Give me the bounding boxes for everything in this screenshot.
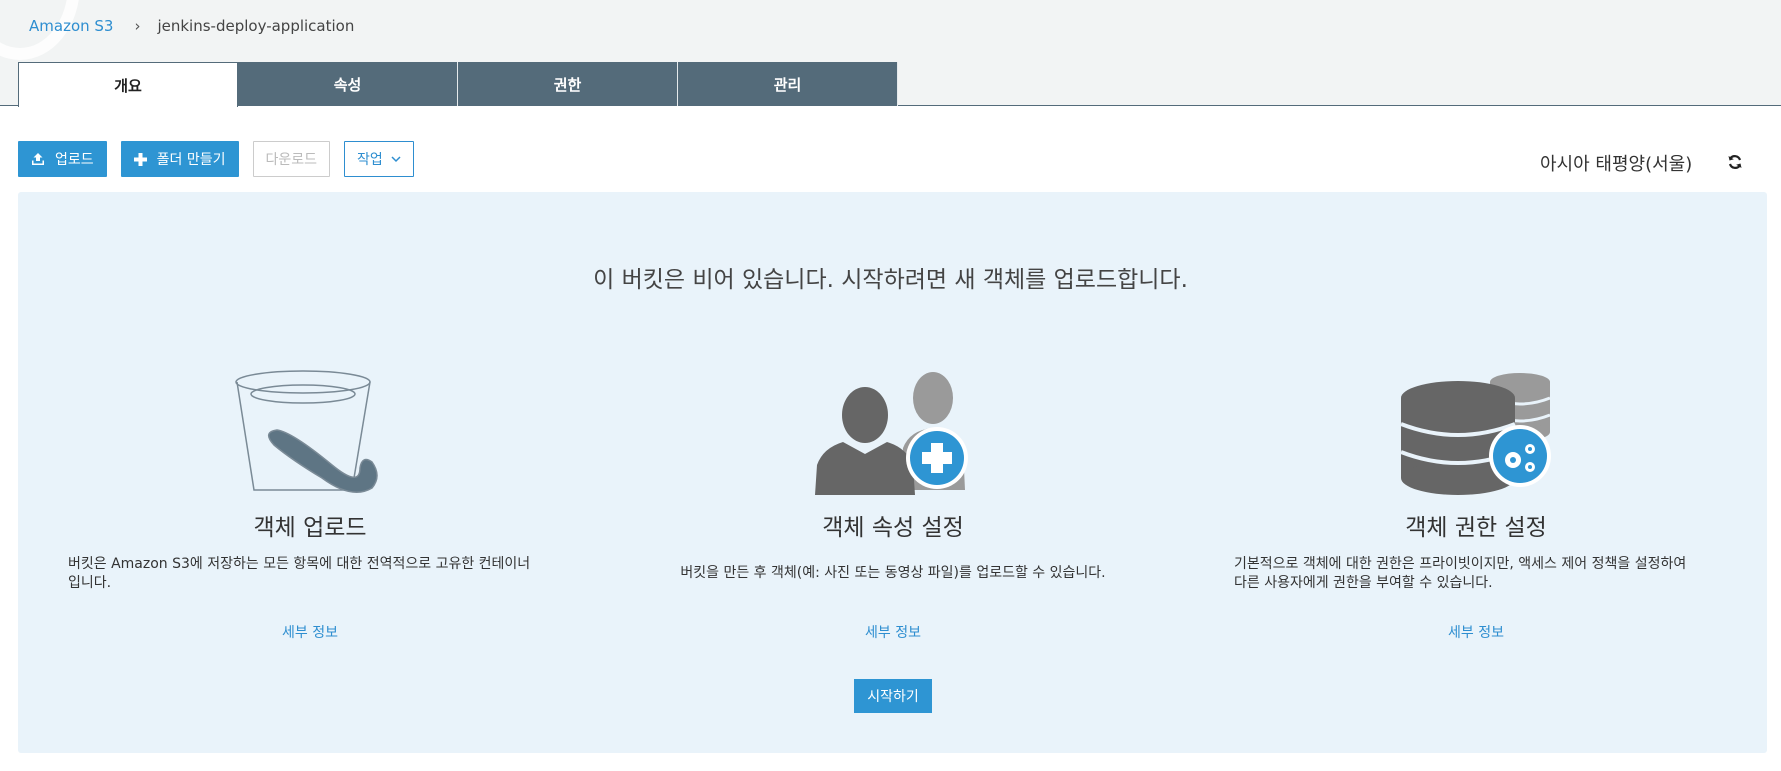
region-selector[interactable]: 아시아 태평양(서울) (1540, 150, 1692, 176)
feature-upload-desc-line2: 입니다. (68, 575, 112, 591)
bucket-icon (232, 370, 392, 499)
tab-overview[interactable]: 개요 (18, 62, 238, 107)
feature-properties-details-link[interactable]: 세부 정보 (633, 622, 1153, 642)
actions-label: 작업 (357, 152, 383, 168)
feature-upload-desc-line1: 버킷은 Amazon S3에 저장하는 모든 항목에 대한 전역적으로 고유한 … (68, 556, 531, 572)
create-folder-label: 폴더 만들기 (156, 152, 226, 168)
feature-permissions-desc-line1: 기본적으로 객체에 대한 권한은 프라이빗이지만, 액세스 제어 정책을 설정하… (1234, 556, 1687, 572)
empty-headline: 이 버킷은 비어 있습니다. 시작하려면 새 객체를 업로드합니다. (593, 267, 1188, 293)
feature-permissions-desc-line2: 다른 사용자에게 권한을 부여할 수 있습니다. (1234, 575, 1493, 591)
tab-properties[interactable]: 속성 (238, 62, 458, 106)
tab-permissions[interactable]: 권한 (458, 62, 678, 106)
breadcrumb-separator-icon: › (134, 17, 141, 35)
feature-permissions-details-link[interactable]: 세부 정보 (1216, 622, 1736, 642)
actions-dropdown[interactable]: 작업 (344, 141, 414, 177)
feature-permissions-description: 기본적으로 객체에 대한 권한은 프라이빗이지만, 액세스 제어 정책을 설정하… (1234, 555, 1734, 593)
toolbar: 업로드 폴더 만들기 다운로드 작업 (18, 141, 428, 177)
breadcrumb: Amazon S3 › jenkins-deploy-application (29, 17, 354, 35)
tab-management[interactable]: 관리 (678, 62, 898, 106)
feature-properties-desc-line1: 버킷을 만든 후 객체(예: 사진 또는 동영상 파일)를 업로드할 수 있습니… (680, 565, 1106, 581)
get-started-button[interactable]: 시작하기 (854, 679, 932, 713)
feature-properties-description: 버킷을 만든 후 객체(예: 사진 또는 동영상 파일)를 업로드할 수 있습니… (633, 564, 1153, 583)
download-button[interactable]: 다운로드 (252, 141, 331, 177)
upload-label: 업로드 (55, 152, 94, 168)
feature-upload-details-link[interactable]: 세부 정보 (50, 622, 570, 642)
users-add-icon (815, 370, 975, 499)
feature-upload-title: 객체 업로드 (253, 515, 367, 541)
breadcrumb-current: jenkins-deploy-application (157, 17, 355, 35)
create-folder-button[interactable]: 폴더 만들기 (120, 141, 239, 177)
refresh-icon[interactable] (1727, 154, 1743, 174)
feature-properties-title: 객체 속성 설정 (822, 515, 964, 541)
upload-icon (31, 152, 45, 166)
breadcrumb-root-link[interactable]: Amazon S3 (29, 17, 113, 35)
plus-icon (133, 152, 147, 166)
upload-button[interactable]: 업로드 (18, 141, 107, 177)
tab-bar: 개요 속성 권한 관리 (18, 62, 898, 107)
feature-upload-description: 버킷은 Amazon S3에 저장하는 모든 항목에 대한 전역적으로 고유한 … (68, 555, 568, 593)
feature-permissions-title: 객체 권한 설정 (1405, 515, 1547, 541)
database-settings-icon (1400, 370, 1560, 499)
chevron-down-icon (391, 155, 401, 163)
